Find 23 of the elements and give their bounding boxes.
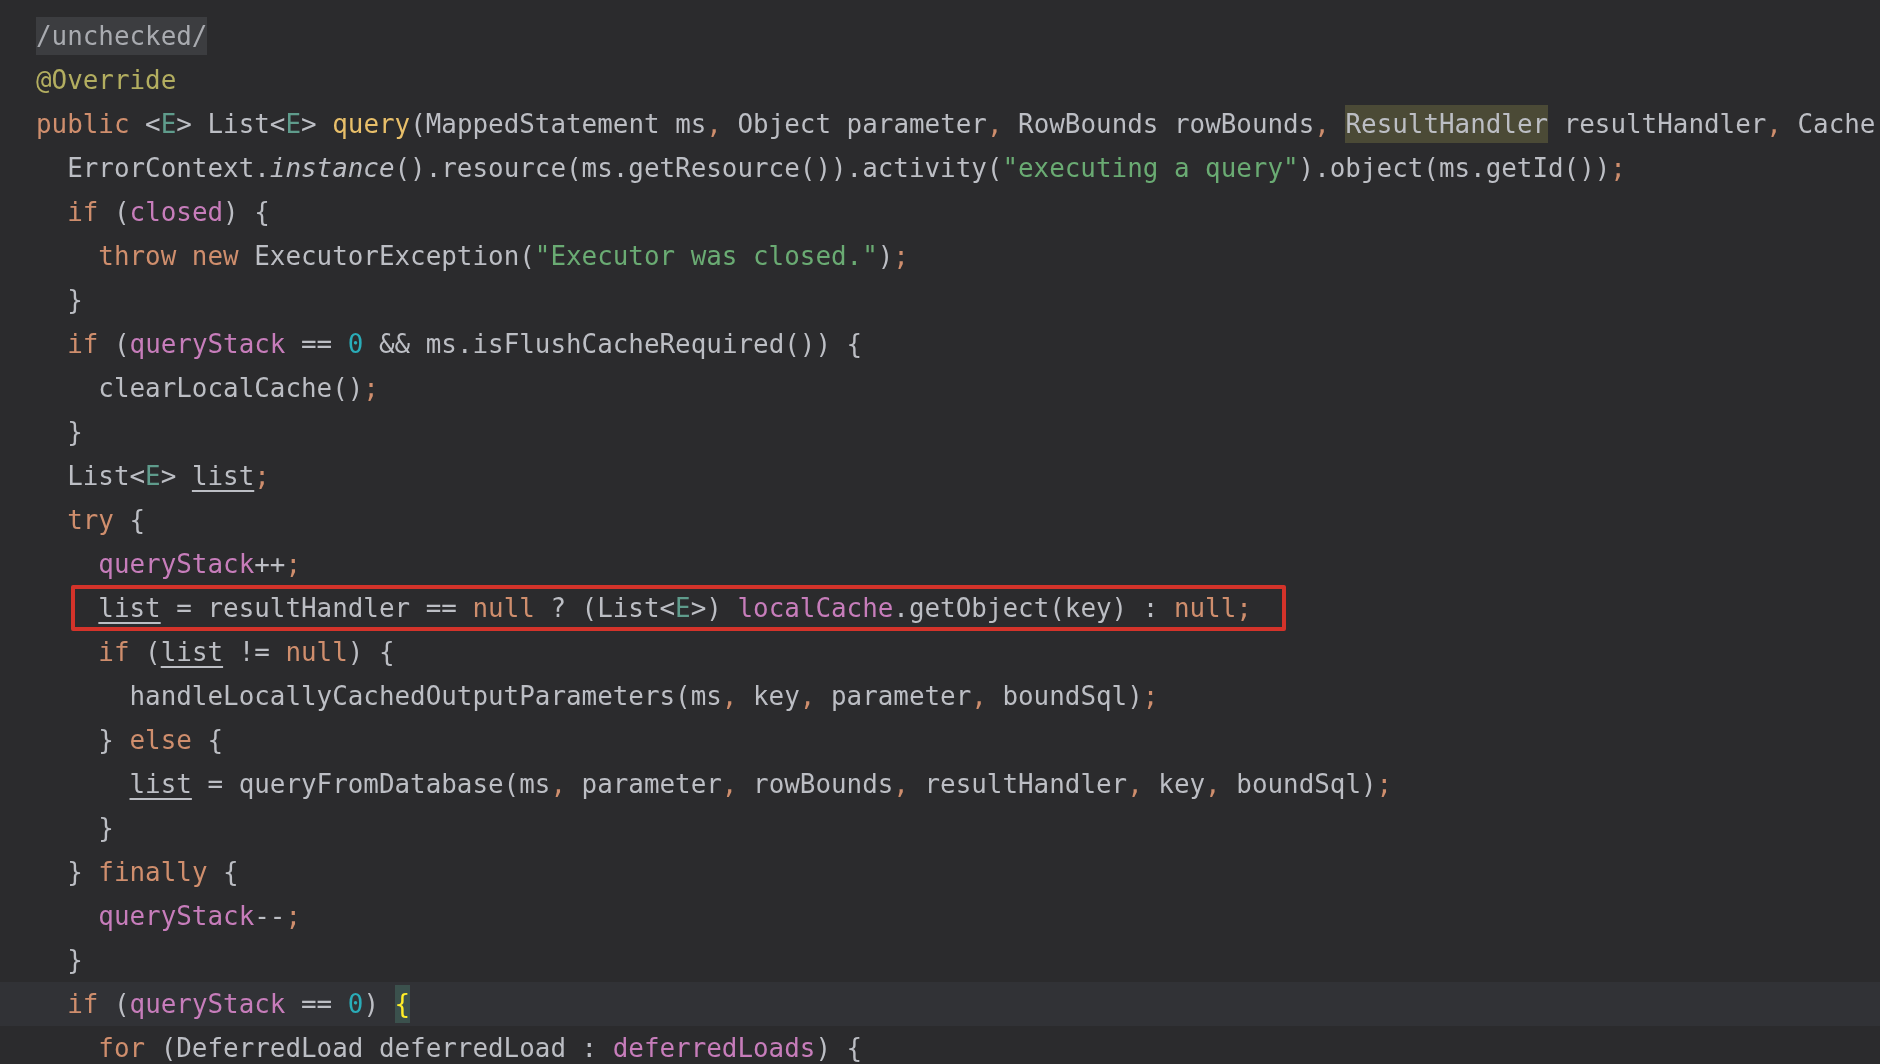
code-line: try { xyxy=(67,504,146,537)
code-line: public <E> List<E> query(MappedStatement ms, Object parameter, RowBounds rowBounds, ResultHandler resultHandler, Cache xyxy=(36,107,1876,141)
code-line: list = queryFromDatabase(ms, parameter, rowBounds, resultHandler, key, boundSql); xyxy=(129,768,1393,801)
code-line: } xyxy=(67,944,83,977)
code-line: } xyxy=(67,416,83,449)
code-line: queryStack--; xyxy=(98,900,301,933)
code-line: } xyxy=(67,284,83,317)
code-line: } else { xyxy=(98,724,224,757)
code-line: if (queryStack == 0 && ms.isFlushCacheRequired()) { xyxy=(67,328,863,361)
code-line: } finally { xyxy=(67,856,239,889)
code-line: for (DeferredLoad deferredLoad : deferredLoads) { xyxy=(98,1032,863,1064)
code-line: throw new ExecutorException("Executor was closed."); xyxy=(98,240,909,273)
code-line: if (queryStack == 0) { xyxy=(67,987,411,1021)
code-line: if (closed) { xyxy=(67,196,270,229)
code-line: if (list != null) { xyxy=(98,636,395,669)
code-line: handleLocallyCachedOutputParameters(ms, key, parameter, boundSql); xyxy=(129,680,1159,713)
code-line: List<E> list; xyxy=(67,460,270,493)
code-line: @Override xyxy=(36,64,177,97)
code-line: ErrorContext.instance().resource(ms.getResource()).activity("executing a query").object(ms.getId()); xyxy=(67,152,1626,185)
code-line: queryStack++; xyxy=(98,548,301,581)
code-line: clearLocalCache(); xyxy=(98,372,379,405)
code-line: list = resultHandler == null ? (List<E>) localCache.getObject(key) : null; xyxy=(98,592,1252,625)
code-line: } xyxy=(98,812,114,845)
